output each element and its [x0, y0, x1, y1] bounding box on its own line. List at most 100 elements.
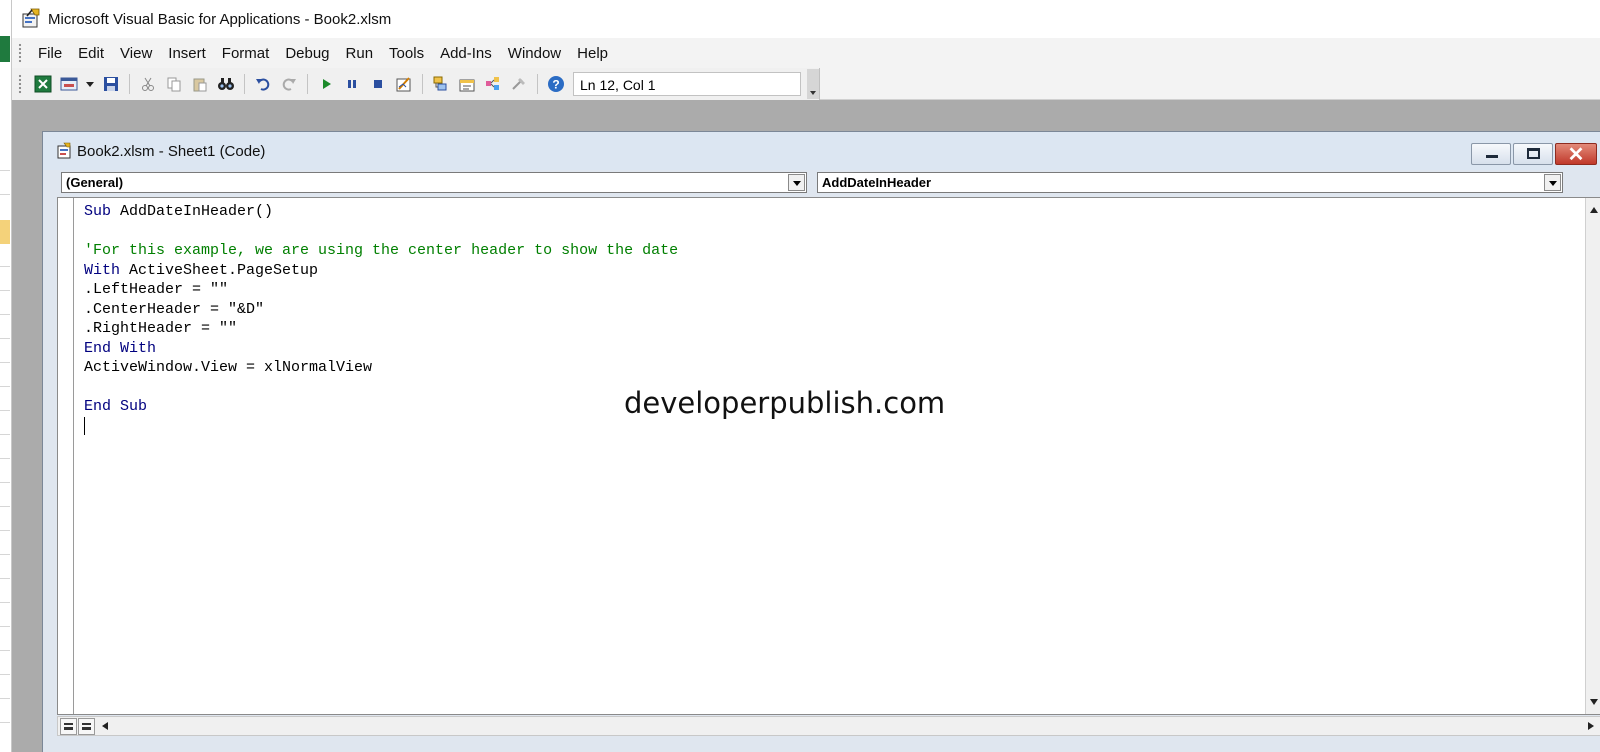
code-editor[interactable]: Sub AddDateInHeader() 'For this example, … — [57, 197, 1600, 715]
menu-item-edit[interactable]: Edit — [70, 45, 112, 62]
excel-window-edge — [0, 0, 12, 752]
code-statement: ActiveSheet.PageSetup — [120, 261, 319, 279]
grid-line — [0, 338, 10, 339]
close-button[interactable]: ✕ — [1555, 143, 1597, 166]
undo-icon[interactable] — [252, 73, 274, 95]
grid-line — [0, 410, 10, 411]
code-text[interactable]: Sub AddDateInHeader() 'For this example, … — [84, 202, 678, 436]
grid-line — [0, 554, 10, 555]
procedure-view-button[interactable] — [60, 718, 77, 735]
menu-item-format[interactable]: Format — [214, 45, 278, 62]
menu-item-insert[interactable]: Insert — [160, 45, 214, 62]
code-window-title: Book2.xlsm - Sheet1 (Code) — [77, 142, 266, 160]
minimize-button[interactable] — [1471, 143, 1511, 165]
scroll-right-icon[interactable] — [1588, 722, 1594, 730]
code-combos: (General) AddDateInHeader — [57, 172, 1600, 194]
chevron-down-icon[interactable] — [1544, 174, 1561, 191]
grid-line — [0, 506, 10, 507]
breakpoint-margin[interactable] — [58, 198, 74, 714]
project-explorer-icon[interactable] — [430, 73, 452, 95]
maximize-button[interactable] — [1513, 143, 1553, 165]
copy-icon[interactable] — [163, 73, 185, 95]
menu-item-file[interactable]: File — [30, 45, 70, 62]
grid-line — [0, 602, 10, 603]
code-line[interactable]: .CenterHeader = "&D" — [84, 300, 678, 320]
reset-icon[interactable] — [367, 73, 389, 95]
grid-line — [0, 626, 10, 627]
code-line[interactable]: Sub AddDateInHeader() — [84, 202, 678, 222]
vertical-scrollbar[interactable] — [1585, 198, 1600, 714]
horizontal-scrollbar[interactable] — [57, 716, 1600, 736]
paste-icon[interactable] — [189, 73, 211, 95]
toolbox-icon[interactable] — [508, 73, 530, 95]
procedure-combo[interactable]: AddDateInHeader — [817, 172, 1563, 193]
grid-line — [0, 578, 10, 579]
object-combo[interactable]: (General) — [61, 172, 807, 193]
run-icon[interactable] — [315, 73, 337, 95]
design-mode-icon[interactable] — [393, 73, 415, 95]
menu-item-debug[interactable]: Debug — [277, 45, 337, 62]
toolbar-area: ? Ln 12, Col 1 — [12, 68, 1600, 100]
excel-ribbon-edge — [0, 36, 10, 62]
menu-item-window[interactable]: Window — [500, 45, 569, 62]
menu-item-tools[interactable]: Tools — [381, 45, 432, 62]
vba-app-icon — [20, 8, 42, 30]
save-icon[interactable] — [100, 73, 122, 95]
code-statement: ActiveWindow.View = xlNormalView — [84, 359, 373, 376]
grid-line — [0, 650, 10, 651]
full-module-view-button[interactable] — [78, 718, 95, 735]
code-statement: .CenterHeader = "&D" — [84, 300, 265, 318]
code-window: Book2.xlsm - Sheet1 (Code) ✕ (General) A… — [42, 131, 1600, 752]
window-controls: ✕ — [1469, 143, 1597, 166]
code-line[interactable]: ActiveWindow.View = xlNormalView — [84, 358, 678, 378]
svg-text:?: ? — [552, 78, 559, 92]
code-line[interactable] — [84, 416, 678, 437]
menu-item-run[interactable]: Run — [338, 45, 382, 62]
toolbar-options-button[interactable] — [807, 69, 819, 99]
chevron-down-icon[interactable] — [84, 73, 96, 95]
properties-icon[interactable] — [456, 73, 478, 95]
cut-icon[interactable] — [137, 73, 159, 95]
menu-item-add-ins[interactable]: Add-Ins — [432, 45, 500, 62]
code-line[interactable]: .LeftHeader = "" — [84, 280, 678, 300]
chevron-down-icon[interactable] — [788, 174, 805, 191]
maximize-icon — [1527, 148, 1540, 159]
code-line[interactable]: .RightHeader = "" — [84, 319, 678, 339]
text-caret — [84, 416, 85, 435]
toolbar-separator — [307, 74, 308, 94]
code-keyword: End With — [84, 339, 157, 357]
grid-line — [0, 386, 10, 387]
scroll-up-icon[interactable] — [1590, 207, 1598, 213]
insert-userform-icon[interactable] — [58, 73, 80, 95]
redo-icon[interactable] — [278, 73, 300, 95]
code-line[interactable] — [84, 222, 678, 242]
grid-line — [0, 434, 10, 435]
code-keyword: End Sub — [84, 398, 148, 415]
break-icon[interactable] — [341, 73, 363, 95]
module-icon — [55, 142, 73, 160]
toolbar-grip[interactable] — [18, 74, 22, 94]
code-comment: 'For this example, we are using the cent… — [84, 242, 679, 259]
grid-line — [0, 458, 10, 459]
grid-line — [0, 194, 10, 195]
code-line[interactable]: End With — [84, 339, 678, 359]
code-line[interactable]: With ActiveSheet.PageSetup — [84, 261, 678, 281]
code-window-title-bar: Book2.xlsm - Sheet1 (Code) ✕ — [43, 132, 1600, 170]
find-icon[interactable] — [215, 73, 237, 95]
window-title: Microsoft Visual Basic for Applications … — [48, 10, 392, 28]
code-line[interactable]: 'For this example, we are using the cent… — [84, 241, 678, 261]
help-icon[interactable]: ? — [545, 73, 567, 95]
scroll-left-icon[interactable] — [102, 722, 108, 730]
code-line[interactable] — [84, 378, 678, 398]
scroll-down-icon[interactable] — [1590, 699, 1598, 705]
excel-icon[interactable] — [32, 73, 54, 95]
title-bar: Microsoft Visual Basic for Applications … — [12, 0, 1600, 38]
menu-item-view[interactable]: View — [112, 45, 160, 62]
object-browser-icon[interactable] — [482, 73, 504, 95]
cursor-position-status: Ln 12, Col 1 — [573, 72, 801, 96]
menu-bar: File Edit View Insert Format Debug Run T… — [12, 38, 1600, 68]
procedure-view-icon — [64, 723, 73, 730]
menu-grip[interactable] — [18, 43, 22, 63]
menu-item-help[interactable]: Help — [569, 45, 616, 62]
code-line[interactable]: End Sub — [84, 397, 678, 417]
